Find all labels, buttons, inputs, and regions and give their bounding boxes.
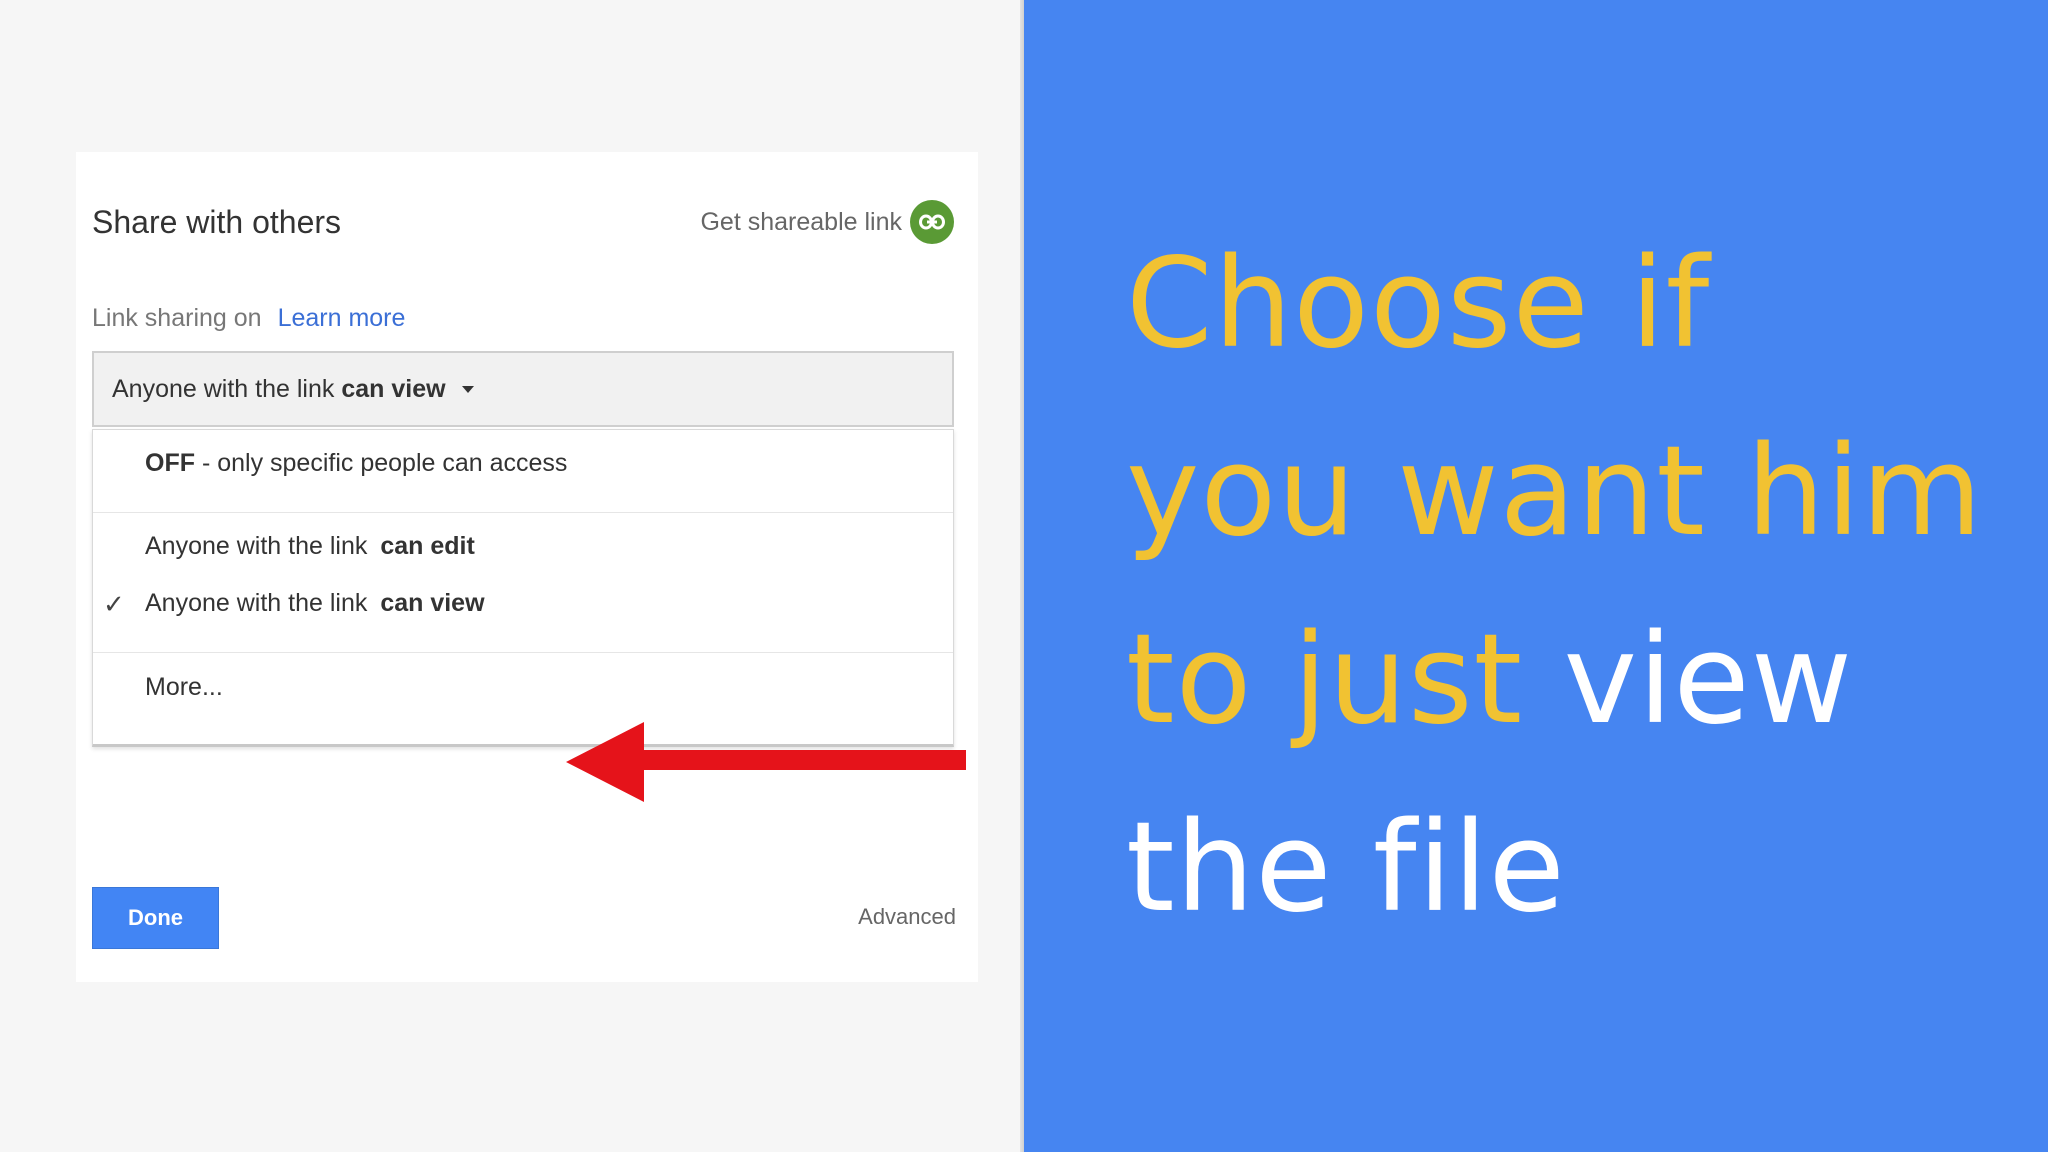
- chevron-down-icon: [461, 385, 474, 393]
- option-can-view-prefix: Anyone with the link: [145, 589, 368, 617]
- link-access-select[interactable]: Anyone with the link can view: [92, 351, 954, 427]
- option-more[interactable]: More...: [93, 673, 953, 702]
- tutorial-screenshot-panel: Share with others Get shareable link Lin…: [0, 0, 1022, 1152]
- share-dialog: Share with others Get shareable link Lin…: [76, 152, 978, 982]
- link-sharing-status: Link sharing on Learn more: [92, 304, 405, 333]
- menu-divider: [93, 512, 953, 513]
- get-shareable-link-button[interactable]: Get shareable link: [700, 200, 954, 244]
- learn-more-link[interactable]: Learn more: [278, 304, 406, 332]
- advanced-link[interactable]: Advanced: [858, 904, 956, 930]
- caption-line-4: the file: [1126, 796, 1566, 940]
- caption-line-1: Choose if: [1126, 232, 1711, 376]
- caption-line-3-white: view: [1563, 608, 1854, 752]
- caption-line-3: to just view: [1126, 586, 2006, 774]
- menu-divider: [93, 652, 953, 653]
- get-shareable-link-label: Get shareable link: [700, 207, 902, 236]
- option-can-edit-bold: can edit: [380, 532, 475, 560]
- option-can-edit[interactable]: Anyone with the link can edit: [93, 532, 953, 561]
- done-button[interactable]: Done: [92, 887, 219, 949]
- select-bold: can view: [341, 374, 446, 403]
- option-off[interactable]: OFF - only specific people can access: [93, 449, 953, 478]
- link-icon: [910, 200, 954, 244]
- option-can-edit-prefix: Anyone with the link: [145, 532, 368, 560]
- caption-line-3-yellow: to just: [1126, 608, 1524, 752]
- red-arrow-icon: [566, 722, 966, 802]
- option-can-view[interactable]: ✓ Anyone with the link can view: [93, 589, 953, 619]
- option-off-label: OFF: [145, 449, 195, 477]
- option-off-description: - only specific people can access: [201, 449, 568, 477]
- option-can-view-bold: can view: [380, 589, 485, 617]
- link-sharing-label: Link sharing on: [92, 304, 262, 332]
- access-options-menu: OFF - only specific people can access An…: [92, 429, 954, 747]
- checkmark-icon: ✓: [103, 589, 125, 619]
- option-more-label: More...: [145, 673, 223, 701]
- caption-line-2: you want him: [1126, 420, 1984, 564]
- dialog-title: Share with others: [92, 204, 342, 240]
- caption-text: Choose if you want him to just view the …: [1126, 210, 2006, 962]
- select-prefix: Anyone with the link: [112, 374, 335, 403]
